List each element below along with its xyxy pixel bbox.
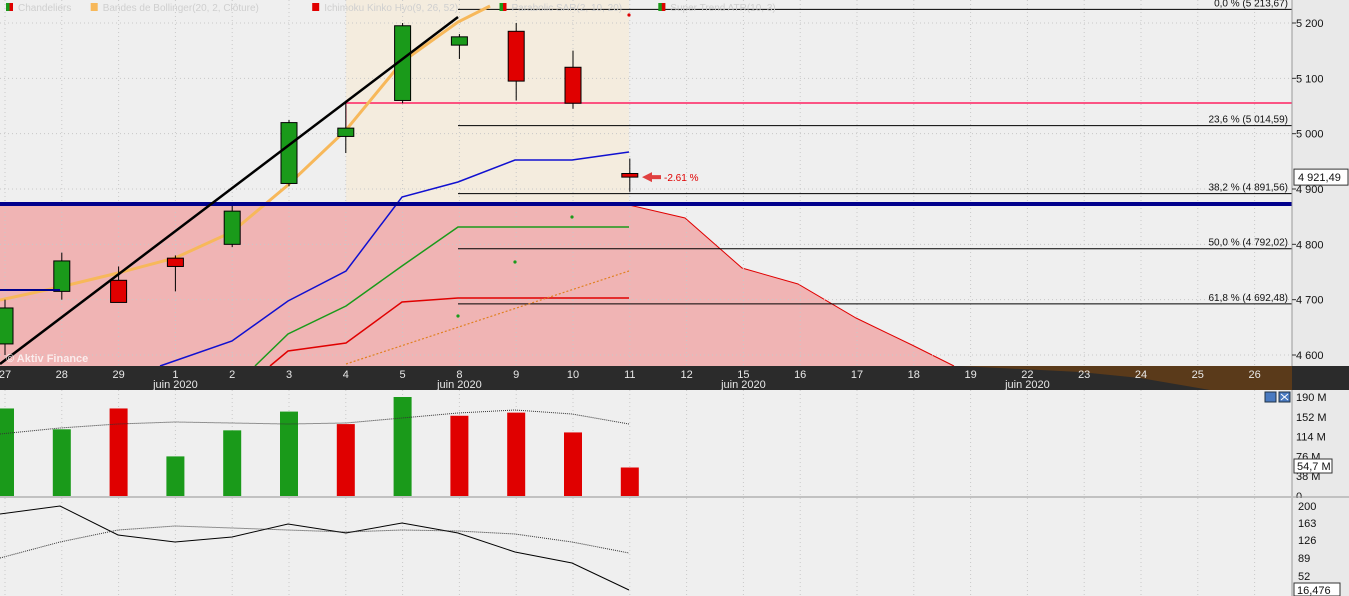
candle-body <box>0 307 14 345</box>
sar-dot <box>513 260 517 264</box>
volume-panel[interactable]: 190 M152 M114 M76 M38 M054,7 M <box>0 390 1349 503</box>
candle-body <box>223 210 241 245</box>
price-axis-label: 5 100 <box>1296 73 1324 85</box>
date-axis-day: 19 <box>964 369 976 381</box>
oscillator-axis-label: 89 <box>1298 553 1310 565</box>
price-panel[interactable]: 0,0 % (5 213,67) 23,6 % (5 014,59) 38,2 % … <box>0 0 1349 392</box>
candle-body <box>110 279 128 303</box>
minimize-panel-icon <box>1264 391 1277 403</box>
legend-swatch <box>90 3 98 11</box>
oscillator-axis-label: 163 <box>1298 518 1316 530</box>
oscillator-panel[interactable]: 200 163 126 89 52 16,476 <box>0 496 1349 596</box>
price-axis-label: 5 200 <box>1296 18 1324 30</box>
legend-swatch <box>312 3 320 11</box>
date-axis-day: 18 <box>908 369 920 381</box>
date-axis-day: 5 <box>400 369 406 381</box>
candle-body <box>621 173 639 178</box>
volume-plot-background <box>0 390 1292 496</box>
current-volume-label: 54,7 M <box>1297 461 1331 473</box>
fibonacci-label: 50,0 % (4 792,02) <box>1209 238 1289 249</box>
legend-label: Super Trend ATR(10, 3) <box>670 3 775 14</box>
oscillator-plot-background <box>0 498 1292 596</box>
volume-bar <box>109 408 128 496</box>
candle-body <box>166 257 184 267</box>
date-axis-month: juin 2020 <box>152 379 198 391</box>
volume-axis-label: 152 M <box>1296 412 1327 424</box>
price-axis-label: 4 900 <box>1296 184 1324 196</box>
price-axis-label: 5 000 <box>1296 129 1324 141</box>
volume-bar <box>0 408 14 496</box>
watermark-text: © Aktiv Finance <box>6 353 88 365</box>
date-axis-day: 4 <box>343 369 349 381</box>
volume-bar <box>450 415 469 496</box>
date-axis-month: juin 2020 <box>436 379 482 391</box>
legend-label: Chandeliers <box>18 3 71 14</box>
current-oscillator-label: 16,476 <box>1297 585 1331 596</box>
date-axis-month: juin 2020 <box>1004 379 1050 391</box>
fibonacci-label: 61,8 % (4 692,48) <box>1209 293 1289 304</box>
legend-label: Bandes de Bollinger(20, 2, Clôture) <box>103 3 259 14</box>
candle-body <box>564 66 582 104</box>
date-axis-day: 16 <box>794 369 806 381</box>
oscillator-axis-label: 126 <box>1298 535 1316 547</box>
date-axis-day: 26 <box>1248 369 1260 381</box>
sar-dot <box>627 13 631 17</box>
price-axis-label: 4 800 <box>1296 239 1324 251</box>
change-label: -2.61 % <box>664 173 699 184</box>
candle-body <box>507 30 525 82</box>
candle-body <box>337 127 355 137</box>
volume-bar <box>52 429 71 496</box>
legend-swatch-secondary <box>503 3 507 11</box>
chart-canvas[interactable]: 0,0 % (5 213,67) 23,6 % (5 014,59) 38,2 % … <box>0 0 1349 596</box>
candle-body <box>53 260 71 292</box>
date-axis-day: 9 <box>513 369 519 381</box>
date-axis-day: 29 <box>112 369 124 381</box>
legend-label: Parabolic SAR(2, 10, 20) <box>512 3 623 14</box>
volume-bar <box>223 430 242 496</box>
volume-bar <box>393 397 412 496</box>
volume-bar <box>336 424 355 496</box>
volume-bar <box>507 412 526 496</box>
current-price-label: 4 921,49 <box>1298 172 1341 184</box>
date-axis-day: 12 <box>680 369 692 381</box>
date-axis-day: 28 <box>56 369 68 381</box>
date-axis-day: 2 <box>229 369 235 381</box>
volume-bar <box>620 467 639 496</box>
fibonacci-label: 38,2 % (4 891,56) <box>1209 183 1289 194</box>
date-axis-day: 3 <box>286 369 292 381</box>
fibonacci-label: 23,6 % (5 014,59) <box>1209 115 1289 126</box>
legend-swatch-secondary <box>661 3 666 11</box>
oscillator-axis-label: 200 <box>1298 501 1316 513</box>
oscillator-axis-label: 52 <box>1298 571 1310 583</box>
volume-bar <box>564 432 582 496</box>
volume-bar <box>166 456 185 496</box>
candle-body <box>280 122 298 184</box>
date-axis-day: 17 <box>851 369 863 381</box>
date-axis-day: 11 <box>624 369 635 381</box>
sar-dot <box>570 215 574 219</box>
price-axis-label: 4 700 <box>1296 295 1324 307</box>
date-axis-day: 24 <box>1135 369 1147 381</box>
legend-swatch-secondary <box>9 3 13 11</box>
date-axis: 27 28 29 1 2 3 4 5 8 9 10 11 12 15 16 17 18 19 22 23 24 25 26j… <box>0 366 1349 391</box>
volume-axis-label: 190 M <box>1296 392 1327 404</box>
date-axis-day: 25 <box>1192 369 1204 381</box>
date-axis-day: 27 <box>0 369 11 381</box>
volume-axis-label: 114 M <box>1296 432 1326 444</box>
price-axis-label: 4 600 <box>1296 350 1324 362</box>
date-axis-month: juin 2020 <box>720 379 766 391</box>
date-axis-day: 10 <box>567 369 579 381</box>
date-axis-day: 23 <box>1078 369 1090 381</box>
candle-body <box>450 36 468 46</box>
volume-bar <box>280 411 298 496</box>
legend-label: Ichimoku Kinko Hyo(9, 26, 52) <box>324 3 458 14</box>
fibonacci-label: 0,0 % (5 213,67) <box>1214 0 1288 9</box>
sar-dot <box>456 314 460 318</box>
